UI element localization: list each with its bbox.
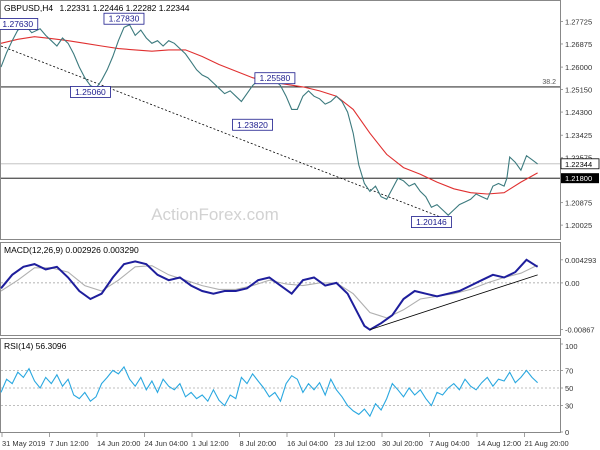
macd-axis-tick-label: 0.00 <box>565 279 580 288</box>
macd-panel-frame <box>0 242 561 336</box>
price-axis-tick-label: 1.25150 <box>565 86 592 95</box>
price-annotation-label: 1.20146 <box>416 217 447 227</box>
macd-axis-tick-label: 0.004293 <box>565 256 596 265</box>
macd-axis-tick-label: -0.00867 <box>565 326 595 335</box>
x-axis-tick-label: 16 Jul 04:00 <box>287 439 328 448</box>
price-axis-tick-label: 1.20025 <box>565 221 592 230</box>
x-axis-tick-label: 21 Aug 20:00 <box>525 439 569 448</box>
price-axis-tick-label: 1.27725 <box>565 17 592 26</box>
rsi-axis-tick-label: 100 <box>565 342 578 351</box>
watermark: ActionForex.com <box>151 205 279 224</box>
rsi-axis-tick-label: 70 <box>565 366 573 375</box>
price-axis-tick-label: 1.23425 <box>565 131 592 140</box>
price-annotation-label: 1.27630 <box>2 19 33 29</box>
x-axis-tick-label: 7 Aug 04:00 <box>430 439 470 448</box>
price-annotation-label: 1.25580 <box>260 73 291 83</box>
price-axis-tick-label: 1.26000 <box>565 63 592 72</box>
x-axis-tick-label: 8 Jul 20:00 <box>240 439 277 448</box>
x-axis-tick-label: 14 Jun 20:00 <box>97 439 140 448</box>
rsi-panel-frame <box>0 338 561 433</box>
support-price-tag-label: 1.21800 <box>565 174 592 183</box>
macd-label: MACD(12,26,9) 0.002926 0.003290 <box>4 245 139 255</box>
price-axis-tick-label: 1.20875 <box>565 199 592 208</box>
price-annotation-label: 1.25060 <box>75 87 106 97</box>
symbol-text: GBPUSD,H4 <box>4 3 53 13</box>
fib-label: 38.2 <box>542 79 556 86</box>
current-price-tag-label: 1.22344 <box>565 160 592 169</box>
rsi-label: RSI(14) 56.3096 <box>4 341 67 351</box>
chart-canvas: ActionForex.com GBPUSD,H4 1.22331 1.2244… <box>0 0 600 448</box>
x-axis-tick-label: 30 Jul 20:00 <box>382 439 423 448</box>
rsi-axis-tick-label: 30 <box>565 402 573 411</box>
rsi-axis-tick-label: 50 <box>565 384 573 393</box>
price-panel-frame <box>0 0 561 240</box>
x-axis-tick-label: 7 Jun 12:00 <box>50 439 89 448</box>
symbol-label: GBPUSD,H4 1.22331 1.22446 1.22282 1.2234… <box>4 3 190 13</box>
rsi-axis-tick-label: 0 <box>565 428 569 437</box>
x-axis-tick-label: 31 May 2019 <box>2 439 45 448</box>
ohlc-text: 1.22331 1.22446 1.22282 1.22344 <box>60 3 190 13</box>
x-axis-tick-label: 23 Jul 12:00 <box>335 439 376 448</box>
x-axis-tick-label: 14 Aug 12:00 <box>477 439 521 448</box>
price-axis-tick-label: 1.24300 <box>565 108 592 117</box>
price-annotation-label: 1.27830 <box>109 14 140 24</box>
x-axis-tick-label: 1 Jul 12:00 <box>192 439 229 448</box>
price-axis-tick-label: 1.26875 <box>565 40 592 49</box>
price-annotation-label: 1.23820 <box>237 120 268 130</box>
x-axis-tick-label: 24 Jun 04:00 <box>145 439 188 448</box>
